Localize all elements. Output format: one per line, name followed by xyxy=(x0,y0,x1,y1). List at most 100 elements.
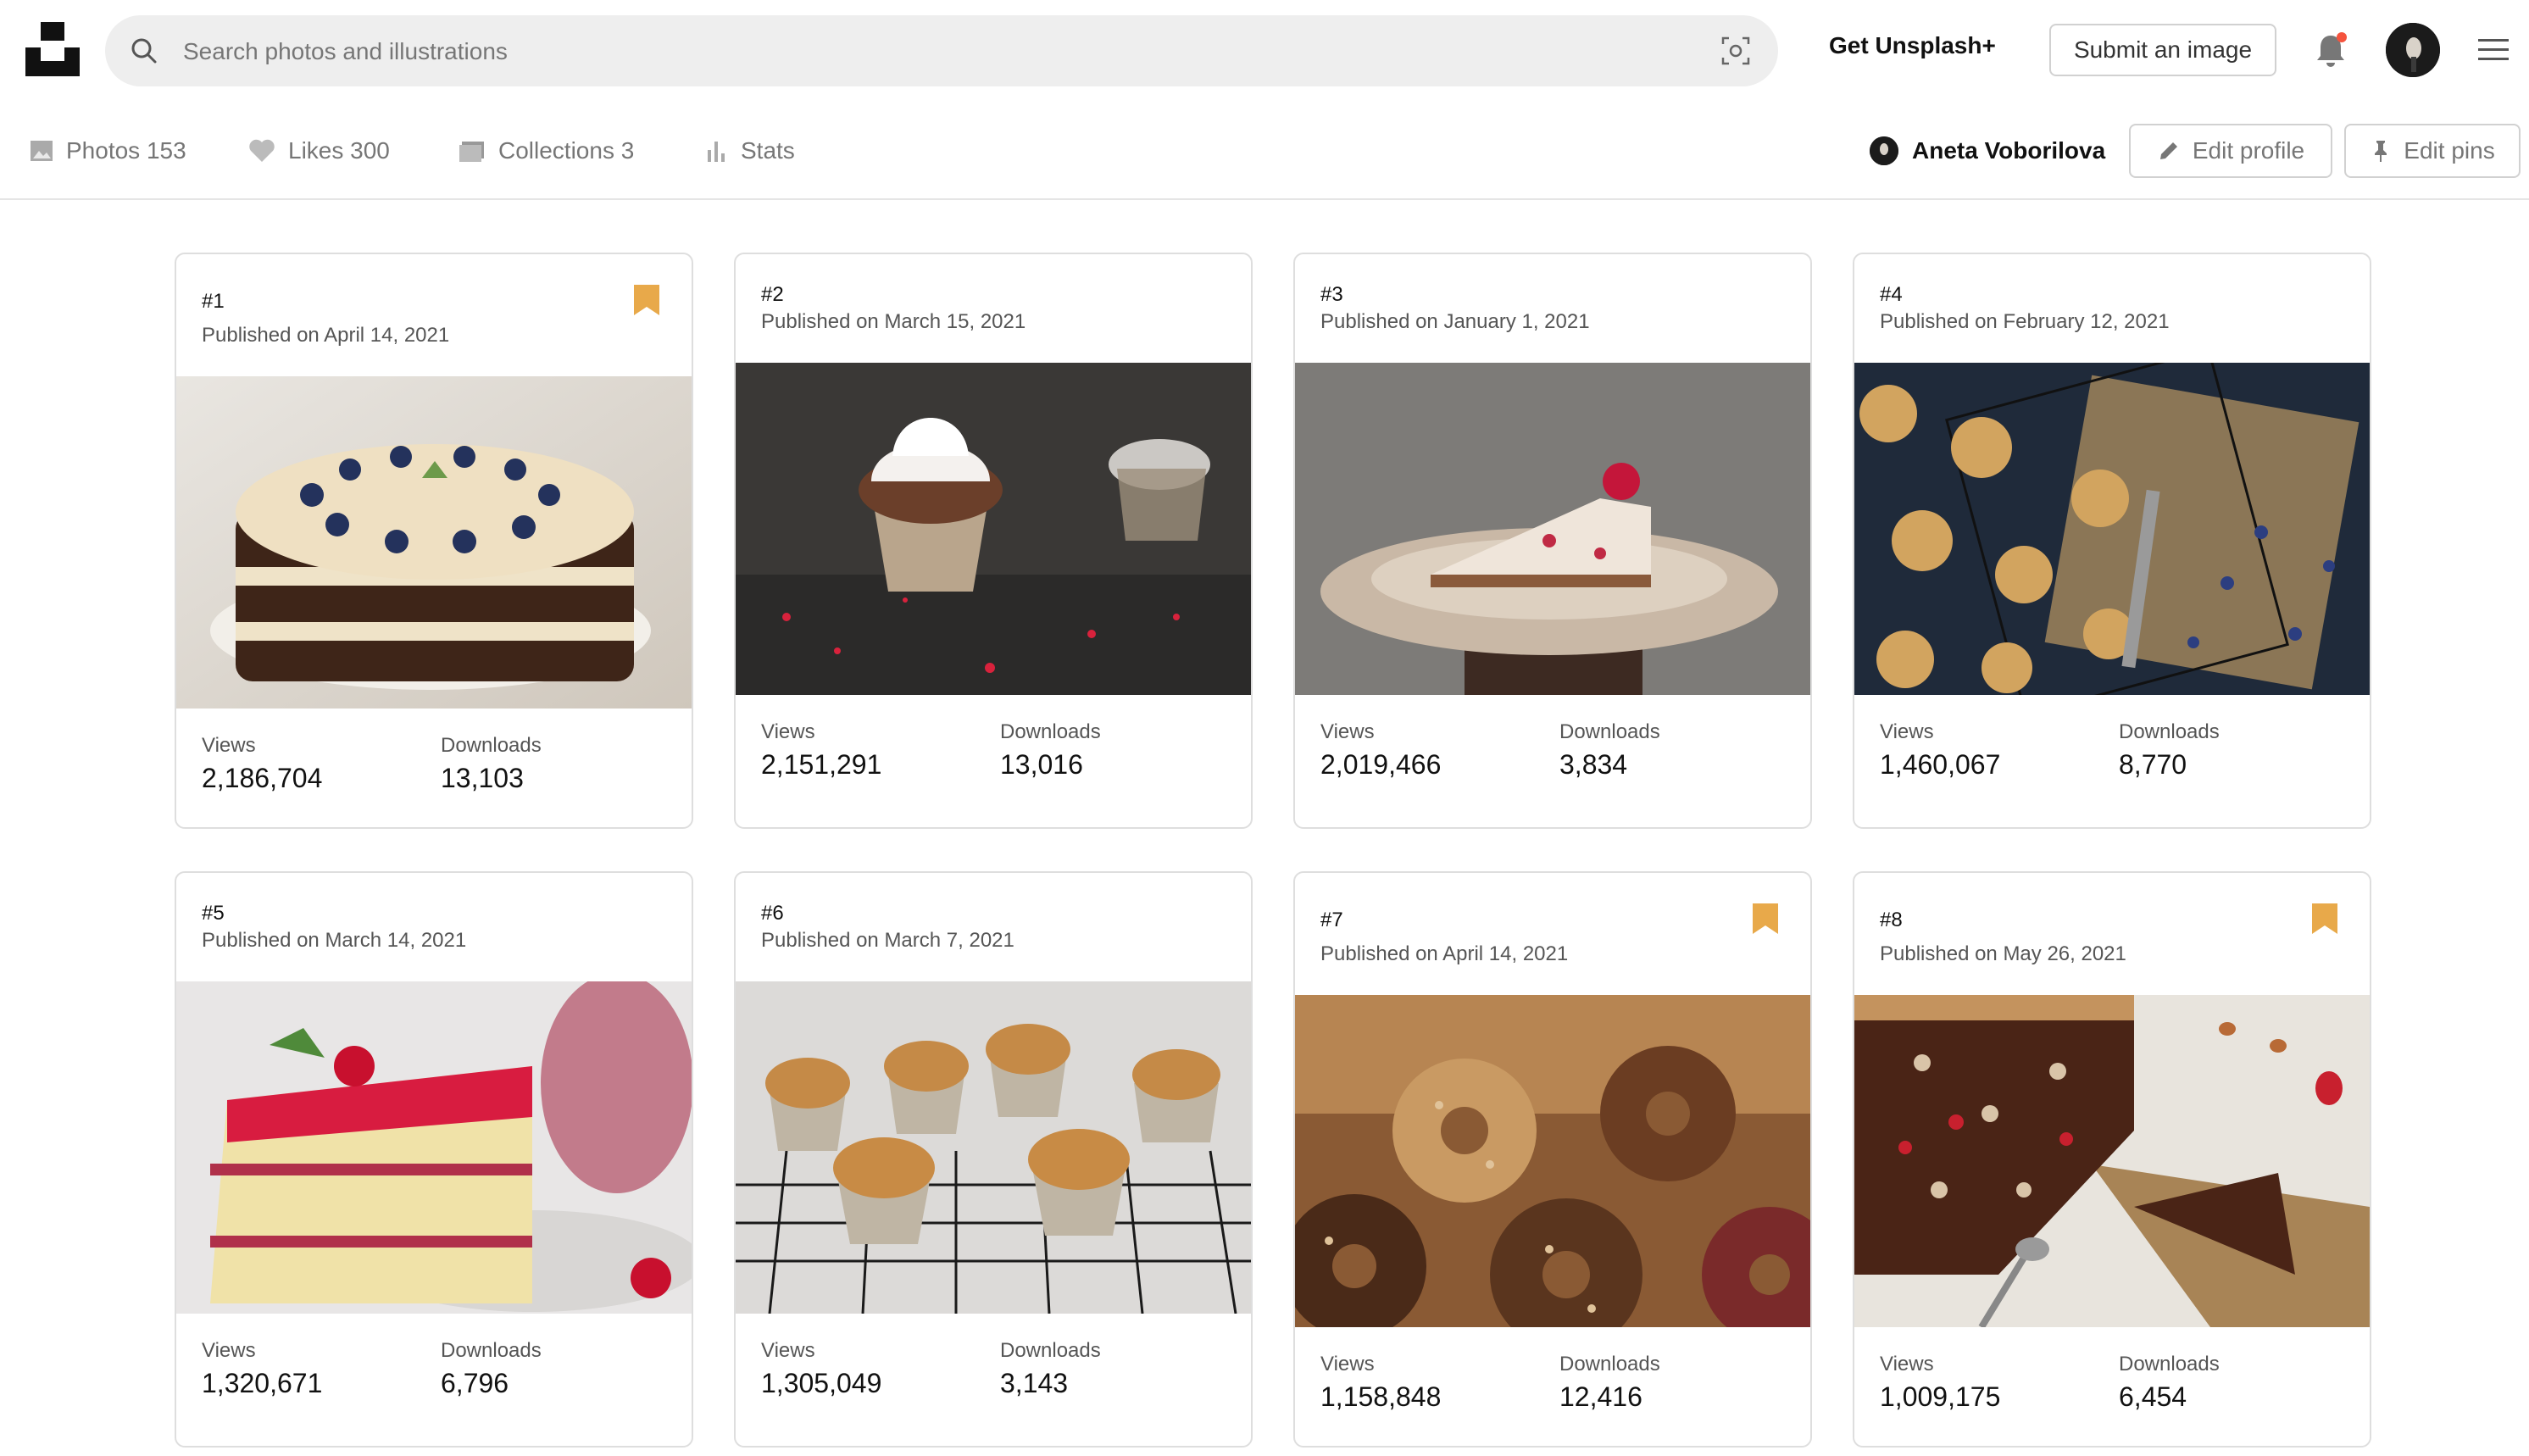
bookmark-icon[interactable] xyxy=(634,285,659,315)
collections-icon xyxy=(459,142,484,162)
downloads-label: Downloads xyxy=(2119,720,2220,743)
bar-chart-icon xyxy=(708,142,725,162)
image-icon xyxy=(31,141,53,161)
profile-owner[interactable]: Aneta Voborilova xyxy=(1870,134,2105,168)
card-published-date: Published on February 12, 2021 xyxy=(1880,310,2170,333)
photo-muffins-rack[interactable] xyxy=(736,981,1251,1314)
heart-icon xyxy=(249,139,275,162)
views-value: 2,019,466 xyxy=(1320,749,1442,780)
photo-stat-card[interactable]: #4 Published on February 12, 2021 Views … xyxy=(1853,253,2371,829)
tab-likes[interactable]: Likes 300 xyxy=(247,134,390,168)
views-label: Views xyxy=(761,720,815,743)
tab-collections-label: Collections 3 xyxy=(498,137,635,164)
photo-blueberry-muffins[interactable] xyxy=(1854,363,2370,695)
bookmark-icon[interactable] xyxy=(1753,903,1778,934)
card-rank: #4 xyxy=(1880,283,1903,306)
downloads-value: 3,143 xyxy=(1000,1368,1069,1398)
edit-profile-label: Edit profile xyxy=(2192,137,2305,164)
downloads-label: Downloads xyxy=(1559,720,1660,743)
card-published-date: Published on March 7, 2021 xyxy=(761,929,1014,952)
notification-bell-icon[interactable] xyxy=(2312,31,2349,69)
downloads-value: 8,770 xyxy=(2119,749,2187,780)
header-divider xyxy=(0,198,2529,200)
search-icon[interactable] xyxy=(129,36,159,66)
photo-stat-card[interactable]: #1 Published on April 14, 2021 Views 2,1… xyxy=(175,253,693,829)
views-value: 1,158,848 xyxy=(1320,1381,1442,1412)
card-rank: #1 xyxy=(202,290,225,313)
tab-collections[interactable]: Collections 3 xyxy=(458,134,634,168)
photo-stat-card[interactable]: #2 Published on March 15, 2021 Views 2,1… xyxy=(734,253,1253,829)
downloads-value: 13,103 xyxy=(441,763,524,793)
get-unsplash-plus-link[interactable]: Get Unsplash+ xyxy=(1829,32,1996,59)
downloads-label: Downloads xyxy=(1559,1353,1660,1375)
downloads-label: Downloads xyxy=(2119,1353,2220,1375)
downloads-label: Downloads xyxy=(441,1339,542,1362)
photo-layered-cake[interactable] xyxy=(176,376,692,709)
tab-stats[interactable]: Stats xyxy=(703,134,795,168)
visual-search-icon[interactable] xyxy=(1720,36,1751,66)
views-label: Views xyxy=(202,1339,256,1362)
downloads-label: Downloads xyxy=(441,734,542,757)
photo-stat-card[interactable]: #8 Published on May 26, 2021 Views 1,009… xyxy=(1853,871,2371,1448)
views-value: 2,186,704 xyxy=(202,763,323,793)
card-rank: #2 xyxy=(761,283,784,306)
card-published-date: Published on April 14, 2021 xyxy=(1320,942,1569,965)
tab-photos-label: Photos 153 xyxy=(66,137,186,164)
photo-stat-card[interactable]: #7 Published on April 14, 2021 Views 1,1… xyxy=(1293,871,1812,1448)
card-rank: #8 xyxy=(1880,909,1903,931)
views-label: Views xyxy=(1320,1353,1375,1375)
unsplash-logo-icon[interactable] xyxy=(25,22,80,76)
user-avatar[interactable] xyxy=(2386,23,2440,77)
card-rank: #3 xyxy=(1320,283,1343,306)
edit-pins-label: Edit pins xyxy=(2404,137,2495,164)
downloads-value: 6,454 xyxy=(2119,1381,2187,1412)
views-value: 1,009,175 xyxy=(1880,1381,2001,1412)
views-label: Views xyxy=(1880,1353,1934,1375)
views-value: 1,305,049 xyxy=(761,1368,882,1398)
card-rank: #7 xyxy=(1320,909,1343,931)
pin-icon xyxy=(2375,141,2387,162)
photo-cheesecake[interactable] xyxy=(1295,363,1810,695)
photo-stat-card[interactable]: #3 Published on January 1, 2021 Views 2,… xyxy=(1293,253,1812,829)
views-value: 1,460,067 xyxy=(1880,749,2001,780)
search-bar[interactable] xyxy=(105,15,1778,88)
downloads-label: Downloads xyxy=(1000,720,1101,743)
pencil-icon xyxy=(2159,142,2177,159)
photo-chocolate-tart[interactable] xyxy=(1854,995,2370,1327)
edit-profile-button[interactable]: Edit profile xyxy=(2129,124,2332,178)
photo-raspberry-cake[interactable] xyxy=(176,981,692,1314)
views-value: 2,151,291 xyxy=(761,749,882,780)
card-published-date: Published on April 14, 2021 xyxy=(202,324,450,347)
views-value: 1,320,671 xyxy=(202,1368,323,1398)
tab-photos[interactable]: Photos 153 xyxy=(29,134,186,168)
downloads-value: 12,416 xyxy=(1559,1381,1642,1412)
photo-donuts[interactable] xyxy=(1295,995,1810,1327)
card-published-date: Published on March 15, 2021 xyxy=(761,310,1026,333)
bookmark-icon[interactable] xyxy=(2312,903,2337,934)
photo-cupcake[interactable] xyxy=(736,363,1251,695)
tab-likes-label: Likes 300 xyxy=(288,137,390,164)
downloads-label: Downloads xyxy=(1000,1339,1101,1362)
views-label: Views xyxy=(202,734,256,757)
card-rank: #5 xyxy=(202,902,225,925)
search-input[interactable] xyxy=(181,15,1710,88)
owner-name: Aneta Voborilova xyxy=(1912,137,2106,164)
submit-image-button[interactable]: Submit an image xyxy=(2049,24,2276,76)
downloads-value: 6,796 xyxy=(441,1368,509,1398)
hamburger-menu-icon[interactable] xyxy=(2476,37,2510,63)
card-published-date: Published on March 14, 2021 xyxy=(202,929,467,952)
edit-pins-button[interactable]: Edit pins xyxy=(2344,124,2521,178)
views-label: Views xyxy=(1320,720,1375,743)
photo-stat-card[interactable]: #5 Published on March 14, 2021 Views 1,3… xyxy=(175,871,693,1448)
downloads-value: 3,834 xyxy=(1559,749,1628,780)
owner-avatar xyxy=(1870,136,1898,165)
card-rank: #6 xyxy=(761,902,784,925)
avatar-image xyxy=(2386,23,2440,77)
card-published-date: Published on January 1, 2021 xyxy=(1320,310,1590,333)
tab-stats-label: Stats xyxy=(741,137,795,164)
card-published-date: Published on May 26, 2021 xyxy=(1880,942,2126,965)
views-label: Views xyxy=(1880,720,1934,743)
downloads-value: 13,016 xyxy=(1000,749,1083,780)
views-label: Views xyxy=(761,1339,815,1362)
photo-stat-card[interactable]: #6 Published on March 7, 2021 Views 1,30… xyxy=(734,871,1253,1448)
